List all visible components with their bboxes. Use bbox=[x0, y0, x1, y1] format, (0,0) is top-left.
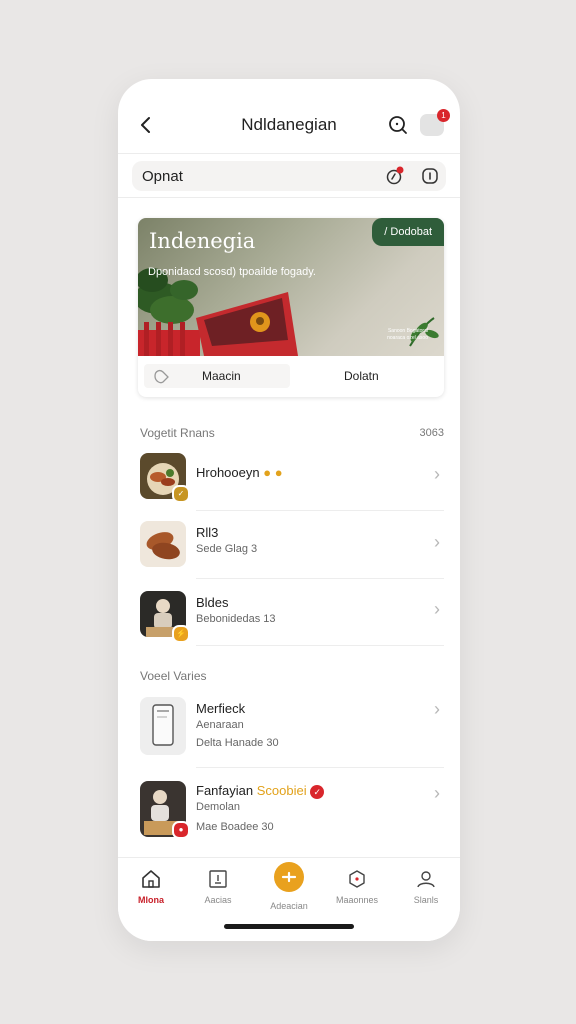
nav-messages[interactable]: Maaonnes bbox=[327, 868, 387, 912]
search-icon bbox=[389, 116, 407, 134]
divider bbox=[118, 197, 460, 198]
nav-profile[interactable]: Slanls bbox=[396, 868, 456, 912]
list-item-subtitle: Demolan bbox=[196, 801, 241, 813]
coin-icon: ● bbox=[274, 465, 283, 480]
section-count: 3063 bbox=[419, 427, 444, 439]
nav-label: Maaonnes bbox=[335, 895, 379, 905]
filter-button[interactable] bbox=[384, 166, 404, 186]
list-item-detail: Mae Boadee 30 bbox=[196, 821, 274, 833]
search-button[interactable] bbox=[386, 113, 410, 137]
list-item[interactable]: ✓ Hrohooeyn ● ● › bbox=[138, 443, 444, 511]
list-item[interactable]: Merfieck Aenaraan Delta Hanade 30 › bbox=[138, 685, 444, 767]
red-fence-icon bbox=[138, 322, 200, 356]
list-item-subtitle: Bebonidedas 13 bbox=[196, 613, 276, 625]
tab-left[interactable]: Maacin bbox=[144, 364, 290, 388]
top-bar: Ndldanegian 1 bbox=[118, 107, 460, 147]
list-item-title: Merfieck bbox=[196, 701, 246, 716]
divider bbox=[196, 645, 444, 646]
search-input-label: Opnat bbox=[142, 168, 183, 185]
list-item-detail: Delta Hanade 30 bbox=[196, 737, 279, 749]
divider bbox=[196, 767, 444, 768]
divider bbox=[118, 153, 460, 154]
verified-badge-icon: ✓ bbox=[172, 485, 190, 503]
list-item-title: Rll3 bbox=[196, 525, 219, 540]
home-indicator bbox=[224, 924, 354, 929]
device-thumbnail bbox=[140, 697, 186, 755]
tab-left-label: Maacin bbox=[202, 369, 241, 383]
hero-banner: Indenegia Dponidacd scosd) tpoailde foga… bbox=[138, 218, 444, 356]
nav-add-label-wrap: Adeacian bbox=[259, 901, 319, 921]
add-icon bbox=[281, 871, 297, 883]
chevron-right-icon: › bbox=[434, 532, 440, 552]
card-tabs: Maacin Dolatn bbox=[138, 356, 444, 397]
list-item-subtitle: Sede Glag 3 bbox=[196, 543, 258, 555]
hero-caption-line: Sanoon Bogatoral bbox=[387, 328, 428, 334]
phone-screen: Ndldanegian 1 Opnat Indenegia Dponidacd … bbox=[118, 79, 460, 941]
list-item[interactable]: ● Fanfayian Scoobiei ✓ Demolan Mae Boade… bbox=[138, 769, 444, 851]
list-item-title: Fanfayian Scoobiei ✓ bbox=[196, 783, 325, 799]
list-item[interactable]: ⚡ Bldes Bebonidedas 13 › bbox=[138, 579, 444, 647]
nav-label: Mlona bbox=[138, 895, 164, 905]
nav-label: Aacias bbox=[204, 895, 232, 905]
alert-badge-icon: ● bbox=[172, 821, 190, 839]
lightning-badge-icon: ⚡ bbox=[172, 625, 190, 643]
hero-title: Indenegia bbox=[149, 229, 256, 253]
food-thumbnail bbox=[140, 521, 186, 567]
nav-home[interactable]: Mlona bbox=[121, 868, 181, 912]
list-item-title: Hrohooeyn ● ● bbox=[196, 465, 283, 480]
search-bar[interactable]: Opnat bbox=[132, 161, 446, 191]
add-button[interactable] bbox=[274, 862, 304, 892]
hero-tag-button[interactable]: / Dodobat bbox=[372, 218, 444, 246]
calendar-icon bbox=[209, 870, 227, 888]
section-title: Voeel Varies bbox=[140, 669, 207, 683]
featured-card[interactable]: Indenegia Dponidacd scosd) tpoailde foga… bbox=[138, 218, 444, 397]
hero-subtitle: Dponidacd scosd) tpoailde fogady. bbox=[148, 266, 316, 278]
tab-right[interactable]: Dolatn bbox=[344, 369, 379, 383]
chevron-right-icon: › bbox=[434, 599, 440, 619]
list-item[interactable]: Rll3 Sede Glag 3 › bbox=[138, 511, 444, 579]
shield-icon bbox=[349, 870, 365, 888]
tray-icon bbox=[196, 292, 298, 356]
list-item-subtitle: Aenaraan bbox=[196, 719, 244, 731]
sweet-potato-icon bbox=[146, 532, 180, 560]
nav-activities[interactable]: Aacias bbox=[188, 868, 248, 912]
nav-label: Adeacian bbox=[270, 901, 308, 911]
info-icon bbox=[422, 168, 438, 184]
hero-caption-line: noaraca ozel asoo bbox=[387, 335, 428, 341]
chevron-right-icon: › bbox=[434, 699, 440, 719]
info-button[interactable] bbox=[420, 166, 440, 186]
filter-icon bbox=[386, 166, 404, 185]
verified-check-icon: ✓ bbox=[310, 784, 325, 799]
list-item-title: Bldes bbox=[196, 595, 229, 610]
profile-icon bbox=[417, 871, 435, 888]
chevron-right-icon: › bbox=[434, 464, 440, 484]
chevron-right-icon: › bbox=[434, 783, 440, 803]
section-title: Vogetit Rnans bbox=[140, 426, 215, 440]
nav-label: Slanls bbox=[413, 895, 439, 905]
tag-icon bbox=[154, 369, 169, 384]
star-icon: ● bbox=[263, 465, 272, 480]
hero-caption: Sanoon Bogatoral noaraca ozel asoo bbox=[387, 328, 428, 342]
notification-badge: 1 bbox=[437, 109, 450, 122]
notifications-button[interactable]: 1 bbox=[420, 109, 450, 136]
home-icon bbox=[142, 870, 160, 888]
phone-device-icon bbox=[152, 704, 174, 746]
